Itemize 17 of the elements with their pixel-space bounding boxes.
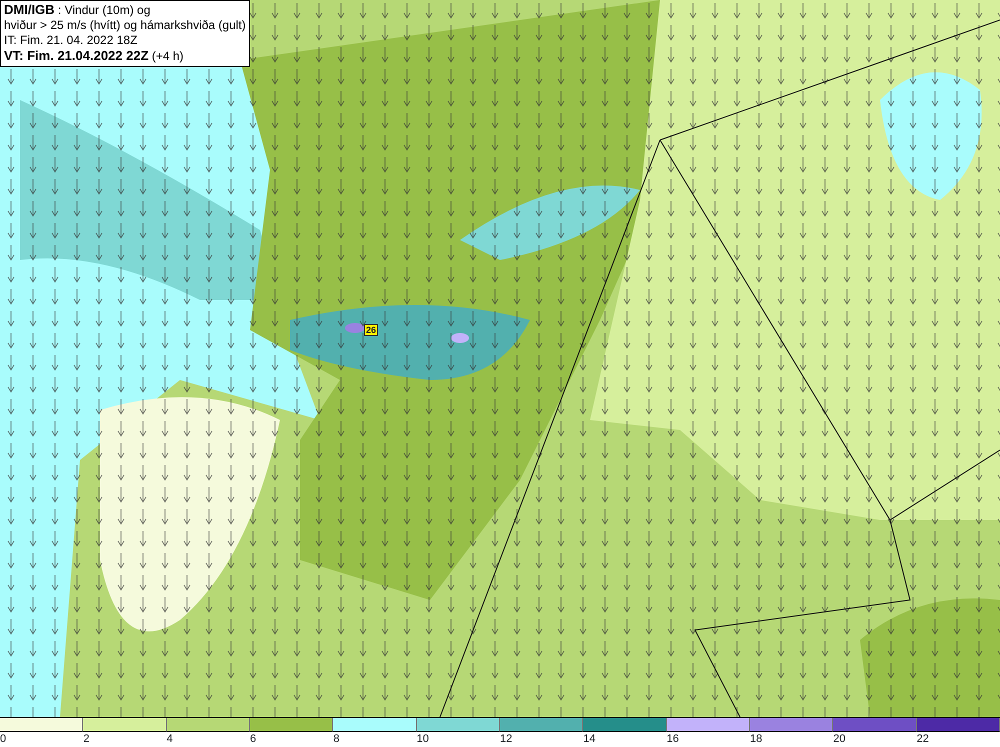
title-text: hviður > 25 m/s (hvítt) og hámarkshviða (gult): [4, 18, 246, 33]
legend-label: 18: [750, 732, 762, 746]
legend-label: 22: [916, 732, 929, 746]
legend-label: 6: [250, 732, 256, 746]
title-text: VT: Fim. 21.04.2022 22Z (+4 h): [4, 48, 185, 64]
title-text: DMI/IGB : Vindur (10m) og: [4, 2, 152, 18]
legend-label: 20: [833, 732, 846, 746]
legend-label: 8: [333, 732, 340, 746]
legend-label: 4: [166, 732, 173, 746]
legend-label: 12: [500, 732, 512, 746]
legend-label: 14: [583, 732, 596, 746]
legend-label: 2: [83, 732, 90, 746]
title-text: IT: Fim. 21. 04. 2022 18Z: [4, 33, 138, 48]
legend-label: 10: [416, 732, 429, 746]
legend-label: 16: [666, 732, 679, 746]
legend-label: 0: [0, 732, 6, 746]
max-gust-label: 26: [364, 324, 378, 336]
